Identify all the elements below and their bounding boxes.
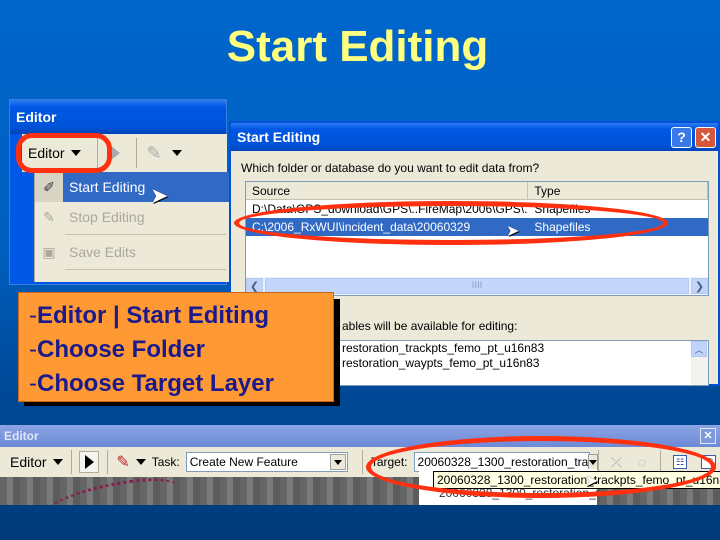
task-select[interactable]: Create New Feature (185, 452, 348, 472)
menu-item-start-editing[interactable]: ✐ Start Editing (35, 172, 230, 202)
toolbar-separator (70, 450, 72, 474)
instructions-callout: -Editor | Start Editing -Choose Folder -… (18, 292, 334, 402)
sketch-properties-icon[interactable]: ⌒ (701, 455, 716, 469)
close-icon[interactable]: ✕ (700, 428, 716, 444)
menu-item-label: Save Edits (69, 244, 136, 260)
tables-label: ables will be available for editing: (342, 319, 518, 333)
editor-toolbar: Editor ✎ (22, 134, 227, 172)
task-label: Task: (151, 455, 180, 469)
editor-menu-dropdown: ✐ Start Editing ✎ Stop Editing ▣ Save Ed… (34, 172, 230, 282)
list-item: restoration_trackpts_femo_pt_u16n83 (342, 341, 545, 355)
split-tool-icon[interactable]: ⤫ (606, 451, 626, 473)
toolbar-separator (361, 450, 363, 474)
scroll-right-icon[interactable]: ❯ (691, 278, 708, 294)
editor-dropdown-label: Editor (28, 145, 65, 161)
table-row[interactable]: D:\Data\GPS_download\GPS\..FireMap\2006\… (246, 200, 708, 218)
menu-item-save-edits: ▣ Save Edits (35, 237, 230, 267)
dialog-title-bar: Start Editing ? ✕ (231, 123, 718, 151)
callout-line: -Choose Target Layer (29, 370, 274, 397)
sketch-pencil-icon[interactable]: ✎ (116, 452, 129, 472)
chevron-down-icon[interactable] (135, 459, 146, 465)
start-editing-icon: ✐ (35, 172, 63, 202)
edit-tool-arrow-icon[interactable] (109, 145, 120, 161)
vertical-scrollbar[interactable]: ︿ (691, 341, 708, 385)
column-header-type[interactable]: Type (528, 182, 708, 199)
mouse-cursor-icon: ➤ (585, 471, 599, 490)
arrow-pointer-icon (84, 455, 94, 469)
chevron-down-icon[interactable] (171, 150, 182, 156)
toolbar-separator (96, 138, 98, 168)
help-button[interactable]: ? (671, 126, 692, 148)
editor-dropdown-button[interactable]: Editor (10, 454, 63, 470)
gps-track-line (37, 477, 183, 505)
menu-separator (65, 269, 226, 270)
menu-item-stop-editing: ✎ Stop Editing (35, 202, 230, 232)
target-value: 20060328_1300_restoration_tra (417, 455, 589, 469)
slide-title: Start Editing (226, 22, 489, 71)
target-label: Target: (370, 455, 408, 469)
close-icon: ✕ (699, 128, 712, 145)
column-header-source[interactable]: Source (246, 182, 529, 199)
menu-item-label: Start Editing (69, 179, 146, 195)
row-source: D:\Data\GPS_download\GPS\..FireMap\2006\… (252, 202, 529, 216)
save-edits-icon: ▣ (42, 243, 56, 260)
tooltip: 20060328_1300_restoration_trackpts_femo_… (433, 471, 720, 489)
chevron-down-icon[interactable] (329, 454, 346, 470)
editor-dropdown-button[interactable]: Editor (22, 145, 81, 161)
source-list-header: Source Type (246, 182, 708, 200)
menu-item-label: Stop Editing (69, 209, 145, 225)
close-button[interactable]: ✕ (695, 126, 716, 148)
editor-dropdown-label: Editor (10, 454, 47, 470)
editor-window-title: Editor (10, 100, 226, 134)
dialog-title: Start Editing (237, 129, 321, 145)
table-row-selected[interactable]: C:\2006_RxWUI\incident_data\20060329 Sha… (246, 218, 708, 236)
chevron-down-icon (52, 459, 63, 465)
mouse-cursor-icon: ➤ (150, 184, 169, 209)
rotate-tool-icon[interactable]: ◌ (632, 451, 652, 473)
task-value: Create New Feature (189, 455, 298, 469)
toolbar-separator (135, 138, 137, 168)
list-item: restoration_waypts_femo_pt_u16n83 (342, 356, 540, 370)
menu-separator (65, 234, 226, 235)
source-question: Which folder or database do you want to … (241, 161, 540, 175)
edit-tool-button[interactable] (79, 451, 100, 473)
stop-editing-icon: ✎ (43, 208, 55, 225)
callout-line: -Editor | Start Editing (29, 302, 270, 329)
callout-line: -Choose Folder (29, 336, 206, 363)
sketch-pencil-icon[interactable]: ✎ (147, 143, 162, 164)
attributes-icon[interactable]: ☷ (672, 455, 688, 469)
editor-menu-window: Editor Editor ✎ ✐ Start Editing ✎ Stop E… (9, 99, 230, 285)
toolbar-separator (107, 450, 109, 474)
row-source: C:\2006_RxWUI\incident_data\20060329 (252, 220, 471, 234)
row-type: Shapefiles (534, 202, 591, 216)
help-icon: ? (677, 129, 686, 145)
row-type: Shapefiles (534, 220, 591, 234)
chevron-down-icon (70, 150, 81, 156)
tables-list: restoration_trackpts_femo_pt_u16n83 rest… (337, 340, 709, 386)
scroll-up-icon[interactable]: ︿ (691, 341, 707, 357)
editor-toolbar-bottom: Editor ✕ Editor ✎ Task: Create New Featu… (0, 425, 720, 505)
toolbar-title-text: Editor (4, 429, 39, 443)
source-list[interactable]: Source Type D:\Data\GPS_download\GPS\..F… (245, 181, 709, 296)
mouse-cursor-icon: ➤ (506, 221, 520, 240)
editor-toolbar-title: Editor ✕ (0, 425, 720, 447)
